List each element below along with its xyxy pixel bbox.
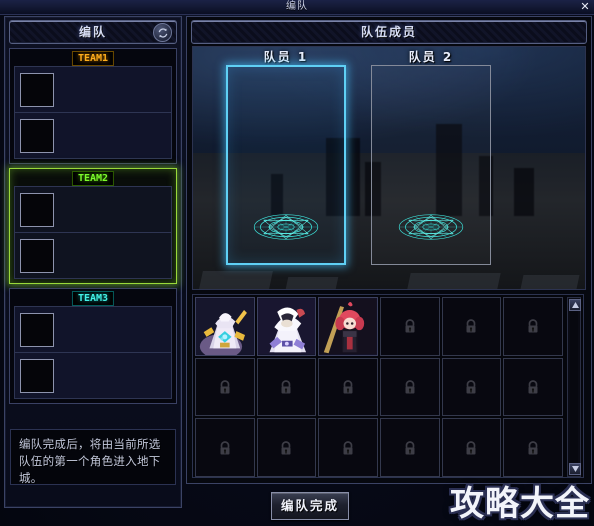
- team-badge-2: TEAM2: [71, 171, 115, 186]
- confirm-formation-button[interactable]: 编队完成: [271, 492, 349, 520]
- character-grid: [195, 297, 563, 477]
- team-members-panel: 队伍成员 队员 1 队员 2: [186, 16, 592, 484]
- team-slot-row[interactable]: [15, 187, 171, 233]
- magic-circle-icon: [253, 214, 319, 240]
- lock-icon: [343, 380, 353, 394]
- character-cell-10[interactable]: [380, 357, 440, 417]
- formation-panel-title: 编队: [78, 25, 107, 39]
- character-portrait-white-gold-knight: [196, 298, 254, 355]
- team-slot-row[interactable]: [15, 233, 171, 278]
- team-badge-wrap-3: TEAM3: [10, 289, 176, 306]
- stage-rubble: [285, 277, 339, 289]
- team-block-2[interactable]: TEAM2: [9, 168, 177, 284]
- stage-rubble: [406, 273, 501, 289]
- team-block-3[interactable]: TEAM3: [9, 288, 177, 404]
- formation-panel-header: 编队: [9, 20, 177, 44]
- team-slot-row[interactable]: [15, 67, 171, 113]
- character-cell-18[interactable]: [503, 418, 563, 477]
- scroll-up-icon[interactable]: [569, 299, 581, 311]
- character-cell-17[interactable]: [441, 418, 502, 477]
- slot-thumbnail: [20, 193, 54, 227]
- team-badge-3: TEAM3: [71, 291, 115, 306]
- lock-icon: [405, 440, 415, 455]
- character-cell-4[interactable]: [380, 297, 440, 356]
- window-titlebar: 编队 ✕: [0, 0, 594, 15]
- lock-icon: [466, 440, 476, 455]
- scrollbar-track[interactable]: [570, 311, 578, 463]
- hint-text: 编队完成后，将由当前所选队伍的第一个角色进入地下城。: [19, 437, 161, 485]
- lock-icon: [405, 380, 415, 394]
- lock-icon: [281, 440, 291, 455]
- team-members-title: 队伍成员: [360, 25, 417, 39]
- slot-thumbnail: [20, 359, 54, 393]
- slot-thumbnail: [20, 73, 54, 107]
- confirm-formation-label: 编队完成: [280, 498, 339, 513]
- team-slot-row[interactable]: [15, 307, 171, 353]
- character-portrait-red-haired-staff-user: [319, 298, 377, 355]
- stage-rubble: [198, 271, 273, 289]
- character-cell-2[interactable]: [256, 297, 317, 356]
- team-badge-wrap-2: TEAM2: [10, 169, 176, 186]
- member-slot-2[interactable]: 队员 2: [371, 50, 491, 265]
- character-cell-8[interactable]: [256, 357, 317, 417]
- watermark: 攻略大全: [450, 484, 590, 524]
- character-cell-9[interactable]: [318, 357, 378, 417]
- lock-icon: [528, 380, 538, 394]
- team-badge-1: TEAM1: [71, 51, 115, 66]
- team-slot-row[interactable]: [15, 113, 171, 158]
- team-members-header: 队伍成员: [191, 20, 587, 44]
- team-block-1[interactable]: TEAM1: [9, 48, 177, 164]
- character-cell-14[interactable]: [256, 418, 317, 477]
- formation-panel: 编队 TEAM1 TEAM2 TEAM3 编队完成后，将由当前所选队伍的第一个角…: [4, 16, 182, 508]
- lock-icon: [528, 440, 538, 455]
- slot-thumbnail: [20, 313, 54, 347]
- window-title: 编队: [286, 1, 308, 12]
- character-cell-13[interactable]: [195, 418, 255, 477]
- character-cell-1[interactable]: [195, 297, 255, 356]
- lock-icon: [528, 319, 538, 333]
- member-slot-1-title: 队员 1: [263, 50, 309, 64]
- refresh-icon[interactable]: [153, 23, 172, 42]
- character-cell-5[interactable]: [441, 297, 502, 356]
- team-formation-window: 编队 ✕ 编队 TEAM1 TEAM2 TEAM3 编队完成后，将由当前所选队伍…: [0, 0, 594, 526]
- hint-box: 编队完成后，将由当前所选队伍的第一个角色进入地下城。: [10, 429, 176, 485]
- lock-icon: [466, 380, 476, 394]
- slot-thumbnail: [20, 119, 54, 153]
- character-cell-16[interactable]: [380, 418, 440, 477]
- character-cell-12[interactable]: [503, 357, 563, 417]
- lock-icon: [281, 380, 291, 394]
- character-cell-7[interactable]: [195, 357, 255, 417]
- member-slot-2-title: 队员 2: [408, 50, 454, 64]
- team-badge-wrap-1: TEAM1: [10, 49, 176, 66]
- slot-thumbnail: [20, 239, 54, 273]
- team-slot-row[interactable]: [15, 353, 171, 398]
- character-cell-3[interactable]: [318, 297, 378, 356]
- character-grid-area: [192, 294, 584, 478]
- lock-icon: [405, 319, 415, 333]
- scroll-down-icon[interactable]: [569, 463, 581, 475]
- character-grid-scrollbar[interactable]: [567, 297, 581, 477]
- lock-icon: [220, 440, 230, 455]
- character-cell-6[interactable]: [503, 297, 563, 356]
- magic-circle-icon: [398, 214, 464, 240]
- character-preview-stage: 队员 1 队员 2: [192, 46, 586, 290]
- lock-icon: [466, 319, 476, 333]
- team-slot-list-3: [14, 306, 172, 399]
- lock-icon: [220, 380, 230, 394]
- character-cell-15[interactable]: [318, 418, 378, 477]
- close-icon[interactable]: ✕: [578, 0, 592, 14]
- stage-rubble: [520, 275, 580, 289]
- lock-icon: [343, 440, 353, 455]
- stage-ruin: [514, 168, 535, 217]
- team-slot-list-2: [14, 186, 172, 279]
- member-slot-1[interactable]: 队员 1: [226, 50, 346, 265]
- character-portrait-white-haired-mage: [257, 298, 316, 355]
- team-slot-list-1: [14, 66, 172, 159]
- character-cell-11[interactable]: [441, 357, 502, 417]
